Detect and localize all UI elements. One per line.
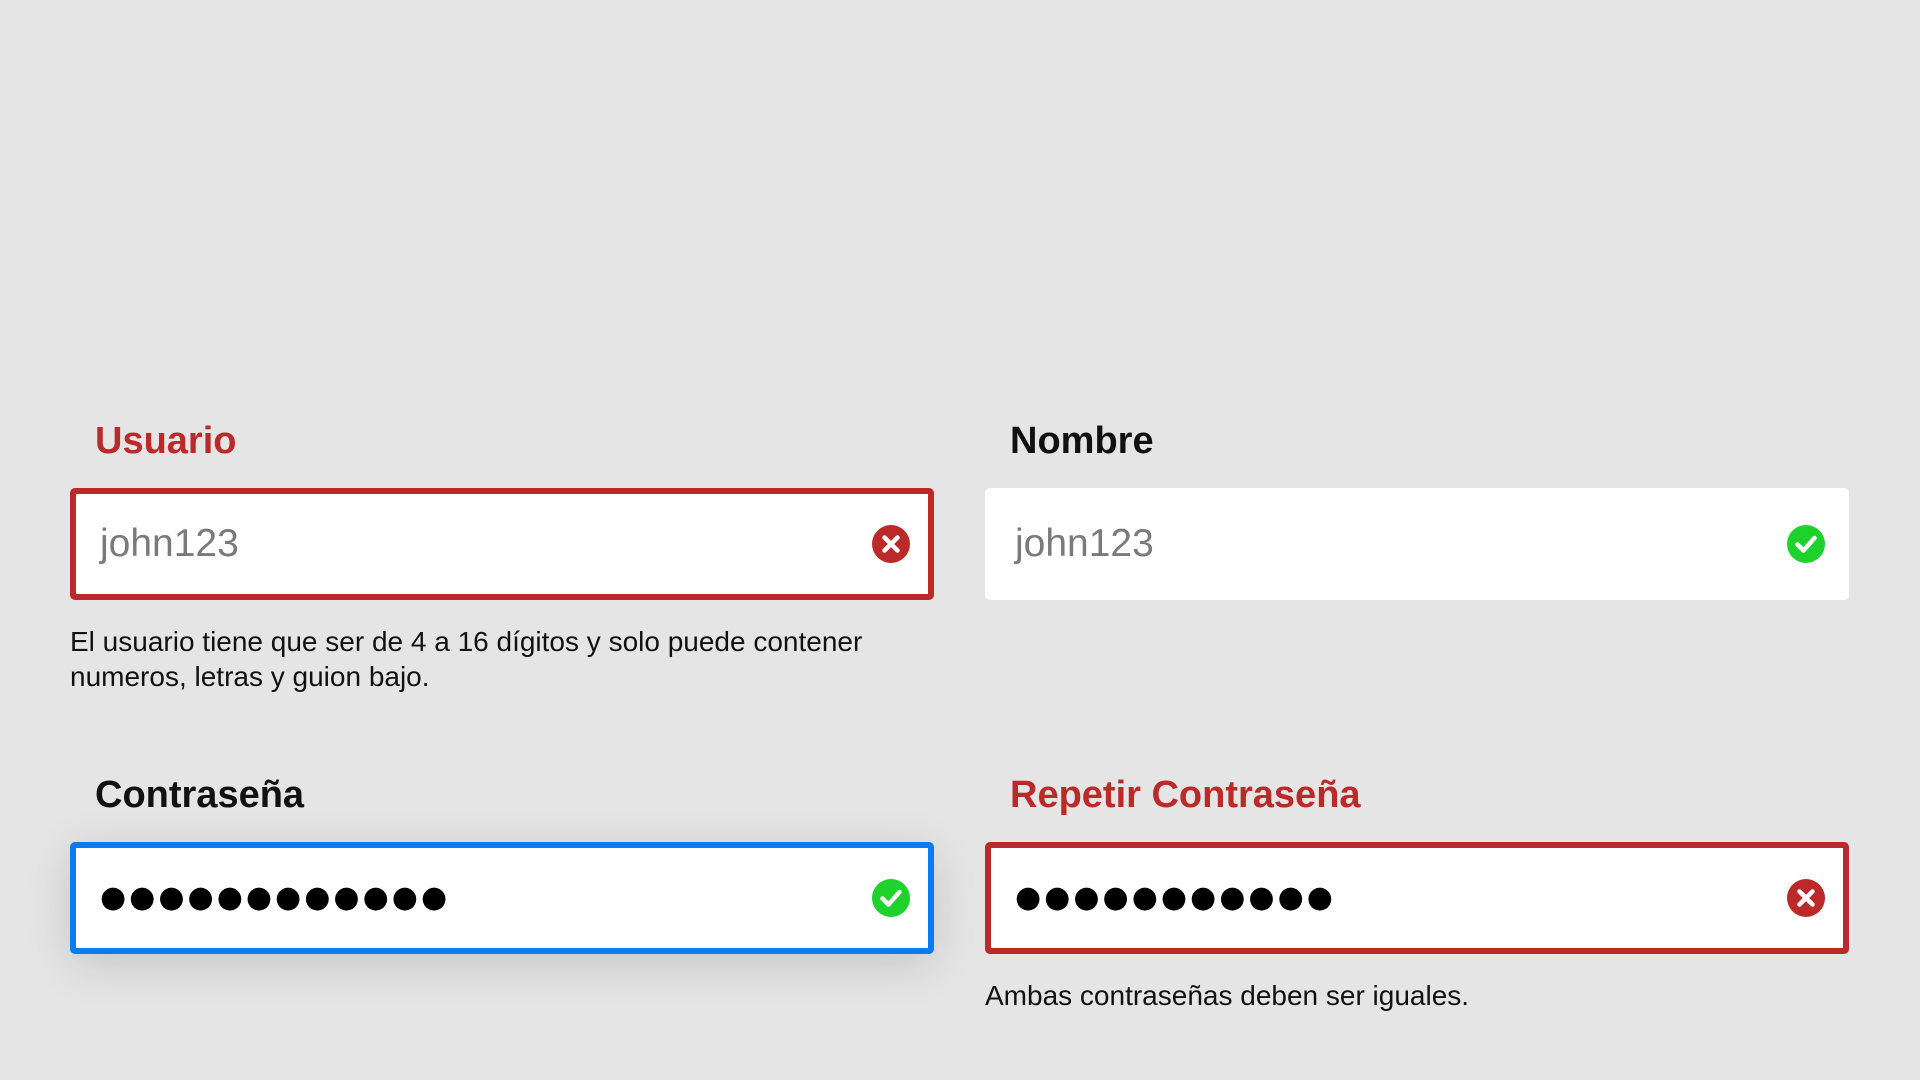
usuario-error-message: El usuario tiene que ser de 4 a 16 dígit… (70, 626, 863, 692)
password-input-value: ●●●●●●●●●●●● (100, 880, 451, 915)
password-repeat-error-message: Ambas contraseñas deben ser iguales. (985, 980, 1470, 1011)
password-repeat-input-value: ●●●●●●●●●●● (1015, 880, 1336, 915)
x-circle-icon (872, 525, 910, 563)
x-circle-icon (1787, 879, 1825, 917)
check-circle-icon (1787, 525, 1825, 563)
usuario-input[interactable]: john123 (70, 488, 934, 600)
password-repeat-label: Repetir Contraseña (1010, 774, 1361, 816)
password-repeat-input[interactable]: ●●●●●●●●●●● (985, 842, 1849, 954)
nombre-input-value: john123 (1015, 522, 1154, 565)
check-circle-icon (872, 879, 910, 917)
usuario-label: Usuario (95, 420, 237, 462)
password-label: Contraseña (95, 774, 305, 816)
nombre-label: Nombre (1010, 420, 1154, 462)
password-input[interactable]: ●●●●●●●●●●●● (70, 842, 934, 954)
nombre-input[interactable]: john123 (985, 488, 1849, 600)
usuario-input-value: john123 (100, 522, 239, 565)
